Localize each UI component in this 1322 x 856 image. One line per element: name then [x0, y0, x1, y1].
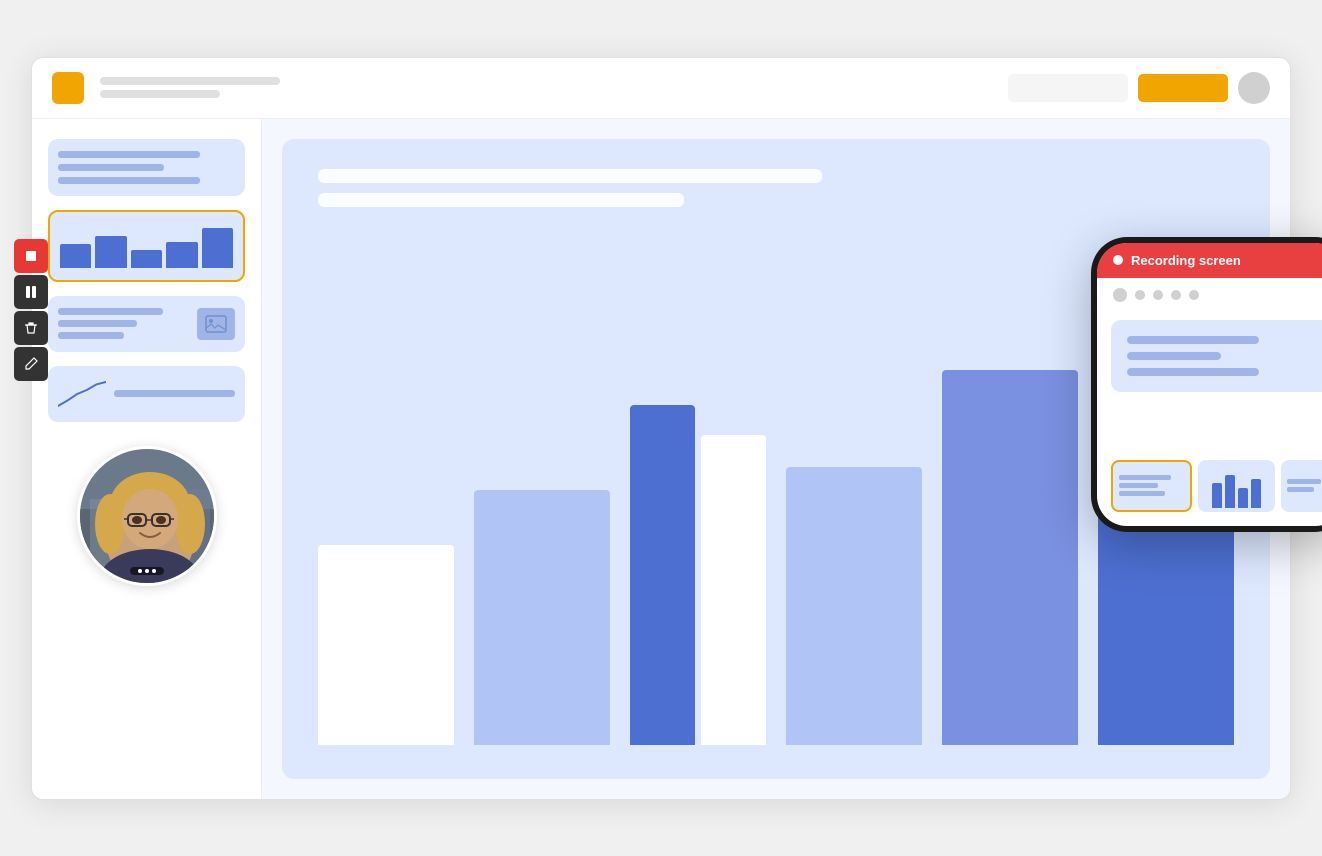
chart-title-line-2 — [318, 193, 684, 207]
sidebar-card-1-line1 — [58, 151, 200, 158]
title-bar — [100, 77, 992, 98]
more-dot-2 — [145, 569, 149, 573]
mini-bar-2 — [95, 236, 126, 268]
ptl-1 — [1119, 475, 1171, 480]
line-card-label — [114, 390, 235, 397]
floating-toolbar — [14, 239, 48, 381]
recording-bar: Recording screen — [1097, 243, 1322, 278]
pt-bar-2 — [1225, 475, 1235, 508]
pause-button[interactable] — [14, 275, 48, 309]
bar-5-1 — [942, 370, 1078, 745]
phone-dots-row — [1097, 278, 1322, 312]
header-button[interactable] — [1138, 74, 1228, 102]
bar-1-1 — [318, 545, 454, 745]
bar-group-2 — [474, 490, 610, 745]
phone-card-line-1 — [1127, 336, 1259, 344]
more-dot-1 — [138, 569, 142, 573]
phone-card-line-2 — [1127, 352, 1221, 360]
phone-spacer — [1097, 400, 1322, 448]
record-dot — [1113, 255, 1123, 265]
phone-inner: Recording screen — [1097, 243, 1322, 526]
top-bar-right — [1008, 72, 1270, 104]
delete-button[interactable] — [14, 311, 48, 345]
bar-group-5 — [942, 370, 1078, 745]
title-line-2 — [100, 90, 220, 98]
phone-bottom-thumbs — [1097, 448, 1322, 526]
thumb-line2 — [58, 320, 137, 327]
outer-wrapper: Recording screen — [31, 57, 1291, 800]
edit-button[interactable] — [14, 347, 48, 381]
ptl-2 — [1119, 483, 1158, 488]
bar-3-2 — [701, 435, 766, 745]
ptl-3 — [1119, 491, 1165, 496]
mini-bar-4 — [166, 242, 197, 268]
chart-title-lines — [318, 169, 1234, 207]
phone-thumb-lines-3 — [1285, 475, 1322, 496]
bar-3-1 — [630, 405, 695, 745]
sidebar-card-1-line3 — [58, 177, 200, 184]
mini-bar-chart — [60, 228, 233, 268]
line-chart-svg — [58, 376, 106, 412]
sidebar-thumb-lines — [58, 308, 189, 339]
bar-group-1 — [318, 545, 454, 745]
bar-4-1 — [786, 467, 922, 745]
mini-bar-3 — [131, 250, 162, 268]
phone-dot-4 — [1171, 290, 1181, 300]
pt-bar-3 — [1238, 488, 1248, 508]
phone-dot-1 — [1113, 288, 1127, 302]
user-avatar[interactable] — [77, 446, 217, 586]
user-avatar-header[interactable] — [1238, 72, 1270, 104]
sidebar-thumb — [58, 308, 235, 340]
search-bar[interactable] — [1008, 74, 1128, 102]
phone-thumb-2[interactable] — [1198, 460, 1275, 512]
chart-title-line-1 — [318, 169, 822, 183]
phone-mockup: Recording screen — [1091, 237, 1322, 532]
pt-bar-4 — [1251, 479, 1261, 508]
bar-group-3 — [630, 405, 766, 745]
sidebar-card-1[interactable] — [48, 139, 245, 196]
phone-thumb-lines — [1117, 471, 1186, 500]
recording-label: Recording screen — [1131, 253, 1241, 268]
pt-bar-1 — [1212, 483, 1222, 507]
avatar-more-button[interactable] — [130, 567, 164, 575]
sidebar-card-1-line2 — [58, 164, 164, 171]
avatar-image — [80, 449, 217, 586]
stop-record-button[interactable] — [14, 239, 48, 273]
top-bar — [32, 58, 1290, 119]
title-line-1 — [100, 77, 280, 85]
sidebar-card-3[interactable] — [48, 296, 245, 352]
phone-thumb-1[interactable] — [1111, 460, 1192, 512]
phone-dot-5 — [1189, 290, 1199, 300]
ptl3-1 — [1287, 479, 1321, 484]
sidebar — [32, 119, 262, 799]
bar-group-4 — [786, 467, 922, 745]
more-dot-3 — [152, 569, 156, 573]
sidebar-card-4-line-chart[interactable] — [48, 366, 245, 422]
mini-bar-1 — [60, 244, 91, 268]
sidebar-card-2-active[interactable] — [48, 210, 245, 282]
app-logo — [52, 72, 84, 104]
phone-card-line-3 — [1127, 368, 1259, 376]
phone-thumb-3[interactable] — [1281, 460, 1322, 512]
ptl3-2 — [1287, 487, 1313, 492]
thumb-line1 — [58, 308, 163, 315]
phone-content-card — [1111, 320, 1322, 392]
phone-dot-3 — [1153, 290, 1163, 300]
thumb-line3 — [58, 332, 124, 339]
phone-thumb-bars — [1202, 464, 1271, 508]
mini-bar-5 — [202, 228, 233, 268]
phone-dot-2 — [1135, 290, 1145, 300]
bar-2-1 — [474, 490, 610, 745]
image-icon — [197, 308, 235, 340]
